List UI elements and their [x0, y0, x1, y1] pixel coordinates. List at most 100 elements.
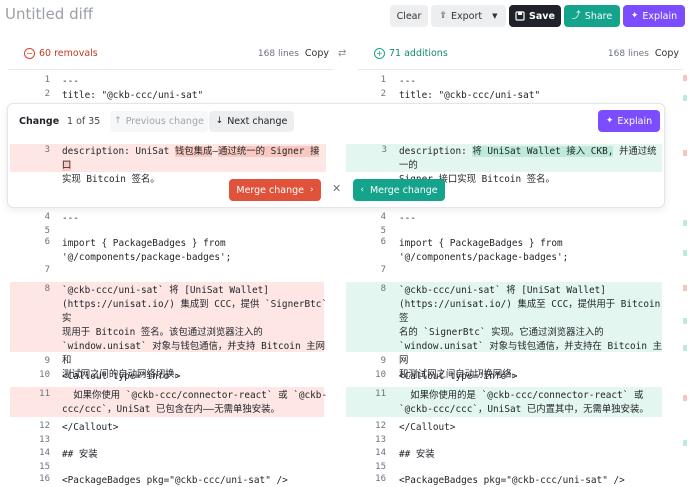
- save-label: Save: [529, 10, 555, 22]
- code-line: import { PackageBadges } from '@/compone…: [62, 238, 232, 263]
- left-line-count: 168 lines: [257, 48, 299, 59]
- minimap-marker: [683, 95, 687, 101]
- sparkle-icon: ✦: [605, 115, 614, 126]
- removed-highlight: 钱包集成: [174, 146, 213, 157]
- previous-change-label: Previous change: [125, 116, 204, 127]
- clear-button[interactable]: Clear: [390, 5, 428, 27]
- removed-code-line: `@ckb-ccc/uni-sat` 将 [UniSat Wallet] (ht…: [62, 285, 328, 380]
- code-line: <PackageBadges pkg="@ckb-ccc/uni-sat" />: [62, 475, 288, 486]
- save-button[interactable]: Save: [509, 5, 561, 27]
- line-number: 1: [380, 75, 386, 85]
- minimap-marker: [683, 318, 687, 324]
- minimap-marker: [683, 75, 687, 81]
- line-number: 16: [39, 474, 50, 484]
- line-number: 13: [39, 435, 50, 445]
- plus-circle-icon: +: [374, 48, 385, 59]
- code-line: ## 安装: [399, 449, 435, 460]
- change-counter: 1 of 35: [67, 116, 101, 127]
- added-code-line: `@ckb-ccc/uni-sat` 将 [UniSat Wallet] (ht…: [399, 285, 662, 380]
- arrow-down-icon: ↓: [215, 116, 224, 126]
- code-text: description: UniSat: [62, 146, 175, 157]
- line-number: 4: [44, 212, 50, 222]
- code-line: ---: [62, 76, 79, 87]
- right-copy-button[interactable]: Copy: [655, 48, 679, 59]
- export-label: Export: [451, 10, 483, 22]
- line-number: 8: [44, 284, 50, 294]
- line-number: 2: [44, 89, 50, 99]
- line-number: 4: [380, 212, 386, 222]
- minimap-marker: [683, 285, 687, 291]
- line-number: 15: [375, 462, 386, 472]
- close-icon[interactable]: ✕: [332, 182, 341, 195]
- code-line: ---: [62, 213, 79, 224]
- line-number: 16: [375, 474, 386, 484]
- change-explain-button[interactable]: ✦ Explain: [598, 110, 660, 132]
- additions-count: 71 additions: [389, 48, 448, 59]
- code-line: <Callout type="info">: [62, 371, 181, 382]
- line-number: 3: [44, 145, 50, 155]
- code-line: </Callout>: [62, 422, 119, 433]
- code-line: import { PackageBadges } from '@/compone…: [399, 238, 569, 263]
- line-number: 10: [375, 370, 386, 380]
- change-label: Change: [19, 116, 60, 127]
- sparkle-icon: ✦: [630, 10, 639, 21]
- previous-change-button[interactable]: ↑ Previous change: [110, 111, 208, 132]
- code-line: ---: [399, 213, 416, 224]
- clear-label: Clear: [396, 10, 422, 22]
- export-button[interactable]: ⇪ Export ▼: [431, 5, 506, 27]
- line-number: 9: [44, 356, 50, 366]
- minimap-marker: [683, 440, 687, 446]
- swap-icon[interactable]: ⇄: [338, 48, 346, 59]
- merge-change-right-button[interactable]: ‹ Merge change: [353, 179, 445, 201]
- chevron-left-icon: ‹: [360, 184, 364, 195]
- merge-change-left-button[interactable]: Merge change ›: [229, 179, 321, 201]
- explain-button[interactable]: ✦ Explain: [623, 5, 685, 27]
- code-text: description:: [399, 146, 473, 157]
- document-title[interactable]: Untitled diff: [5, 5, 93, 23]
- code-line: <Callout type="info">: [399, 371, 518, 382]
- line-number: 11: [39, 389, 50, 399]
- line-number: 2: [380, 89, 386, 99]
- change-panel: Change 1 of 35 ↑ Previous change ↓ Next …: [7, 103, 665, 208]
- line-number: 3: [381, 145, 387, 155]
- left-copy-button[interactable]: Copy: [305, 48, 329, 59]
- minimap-marker: [683, 150, 687, 156]
- minimap-marker: [683, 220, 687, 226]
- line-number: 12: [375, 421, 386, 431]
- minimap-marker: [683, 395, 687, 401]
- code-text: 实现 Bitcoin 签名。: [62, 174, 160, 185]
- minimap-marker: [683, 345, 687, 351]
- arrow-up-icon: ↑: [114, 116, 122, 126]
- change-explain-label: Explain: [617, 115, 653, 127]
- code-line: </Callout>: [399, 422, 456, 433]
- line-number: 5: [380, 226, 386, 236]
- top-bar: Untitled diff Clear ⇪ Export ▼ Save ⤴ Sh…: [0, 0, 690, 32]
- code-line: title: "@ckb-ccc/uni-sat": [62, 90, 204, 101]
- explain-label: Explain: [642, 10, 678, 22]
- line-number: 5: [44, 226, 50, 236]
- next-change-button[interactable]: ↓ Next change: [209, 111, 294, 132]
- line-number: 14: [39, 448, 50, 458]
- share-button[interactable]: ⤴ Share: [564, 5, 620, 27]
- right-line-count: 168 lines: [607, 48, 649, 59]
- right-pane-header: + 71 additions 168 lines Copy: [358, 38, 683, 70]
- removed-code-line: 如果你使用 `@ckb-ccc/connector-react` 或 `@ckb…: [62, 390, 328, 415]
- code-line: <PackageBadges pkg="@ckb-ccc/uni-sat" />: [399, 475, 625, 486]
- line-number: 6: [44, 237, 50, 247]
- share-icon: ⤴: [571, 10, 581, 21]
- line-number: 7: [380, 265, 386, 275]
- line-number: 10: [39, 370, 50, 380]
- merge-right-label: Merge change: [369, 184, 438, 196]
- upload-icon: ⇪: [439, 10, 448, 21]
- code-line: ## 安装: [62, 449, 98, 460]
- line-number: 1: [44, 75, 50, 85]
- line-number: 14: [375, 448, 386, 458]
- code-line: ---: [399, 76, 416, 87]
- line-number: 11: [375, 389, 386, 399]
- added-highlight: 将 UniSat Wallet 接入 CKB,: [472, 146, 614, 157]
- chevron-down-icon: ▼: [492, 11, 498, 20]
- added-code-line: 如果你使用的是 `@ckb-ccc/connector-react` 或 `@c…: [399, 390, 649, 415]
- line-number: 6: [380, 237, 386, 247]
- line-number: 8: [380, 284, 386, 294]
- merge-left-label: Merge change: [236, 184, 305, 196]
